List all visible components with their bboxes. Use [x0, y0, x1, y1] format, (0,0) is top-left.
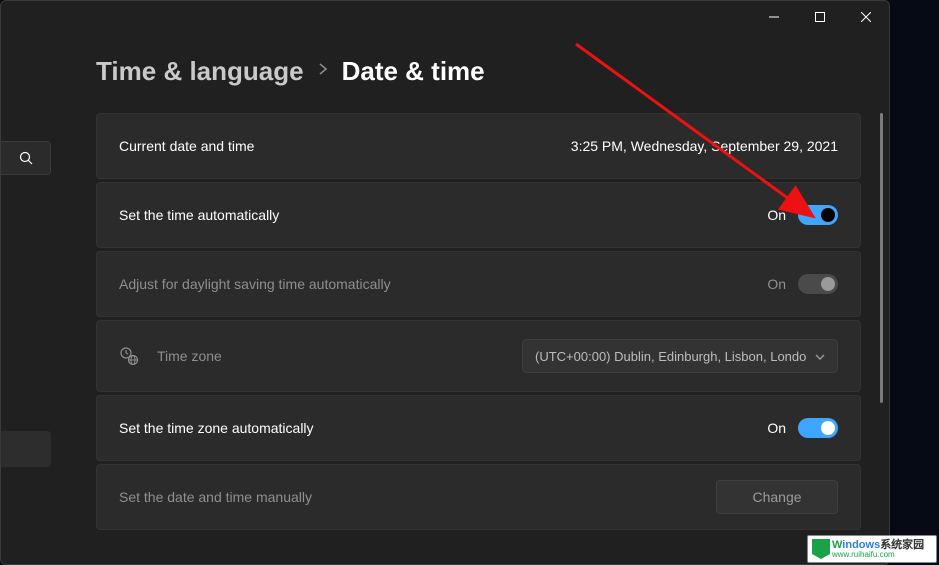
timezone-row: Time zone (UTC+00:00) Dublin, Edinburgh,… [96, 320, 861, 392]
auto-timezone-state: On [767, 420, 786, 436]
current-datetime-label: Current date and time [119, 138, 254, 154]
breadcrumb-current: Date & time [342, 56, 485, 87]
scrollbar-thumb[interactable] [880, 113, 883, 403]
auto-time-toggle[interactable] [798, 205, 838, 225]
current-datetime-value: 3:25 PM, Wednesday, September 29, 2021 [571, 138, 838, 154]
maximize-button[interactable] [797, 1, 843, 33]
auto-timezone-row: Set the time zone automatically On [96, 395, 861, 461]
auto-time-state: On [767, 207, 786, 223]
watermark: Windows系统家园 www.ruihaifu.com [807, 535, 937, 563]
scrollbar[interactable] [880, 113, 883, 544]
watermark-flag-icon [812, 539, 830, 559]
content-area: Time & language Date & time Current date… [96, 56, 869, 564]
dst-row: Adjust for daylight saving time automati… [96, 251, 861, 317]
settings-window: Time & language Date & time Current date… [0, 0, 890, 565]
breadcrumb: Time & language Date & time [96, 56, 869, 87]
sidebar-selected-item[interactable] [1, 431, 51, 467]
globe-clock-icon [119, 346, 139, 366]
minimize-button[interactable] [751, 1, 797, 33]
change-button[interactable]: Change [716, 480, 838, 514]
chevron-right-icon [318, 62, 328, 81]
timezone-select[interactable]: (UTC+00:00) Dublin, Edinburgh, Lisbon, L… [522, 339, 838, 373]
change-button-label: Change [752, 489, 801, 505]
settings-list: Current date and time 3:25 PM, Wednesday… [96, 113, 861, 530]
dst-label: Adjust for daylight saving time automati… [119, 276, 391, 292]
current-datetime-row: Current date and time 3:25 PM, Wednesday… [96, 113, 861, 179]
manual-datetime-row: Set the date and time manually Change [96, 464, 861, 530]
search-button[interactable] [1, 141, 51, 175]
sidebar [1, 1, 56, 564]
breadcrumb-parent[interactable]: Time & language [96, 56, 304, 87]
auto-timezone-toggle[interactable] [798, 418, 838, 438]
auto-time-label: Set the time automatically [119, 207, 279, 223]
timezone-label: Time zone [157, 348, 222, 364]
chevron-down-icon [815, 349, 825, 364]
dst-state: On [767, 276, 786, 292]
auto-time-row: Set the time automatically On [96, 182, 861, 248]
search-icon [19, 151, 33, 165]
close-button[interactable] [843, 1, 889, 33]
manual-datetime-label: Set the date and time manually [119, 489, 312, 505]
dst-toggle [798, 274, 838, 294]
timezone-select-value: (UTC+00:00) Dublin, Edinburgh, Lisbon, L… [535, 349, 807, 364]
titlebar [751, 1, 889, 33]
auto-timezone-label: Set the time zone automatically [119, 420, 314, 436]
